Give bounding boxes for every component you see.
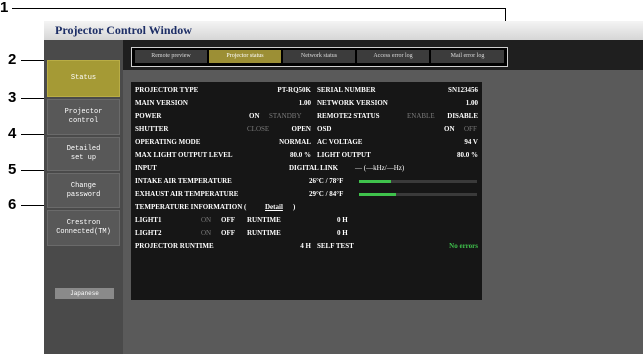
sidebar-item-status[interactable]: Status <box>47 60 120 97</box>
shutter-close: CLOSE <box>247 125 270 133</box>
power-on: ON <box>249 112 260 120</box>
callout-3: 3 <box>8 89 17 106</box>
callout-4: 4 <box>8 125 17 142</box>
osd-off: OFF <box>464 125 477 133</box>
title-bar: Projector Control Window <box>44 21 643 40</box>
shutter-label: SHUTTER <box>135 125 169 133</box>
exhaust-air-temperature-value: 29°C / 84°F <box>309 190 344 198</box>
intake-air-temperature-label: INTAKE AIR TEMPERATURE <box>135 177 232 185</box>
intake-temperature-bar <box>359 180 477 183</box>
projector-runtime-label: PROJECTOR RUNTIME <box>135 242 214 250</box>
projector-type-label: PROJECTOR TYPE <box>135 86 199 94</box>
main-version-label: MAIN VERSION <box>135 99 188 107</box>
light1-label: LIGHT1 <box>135 216 162 224</box>
sidebar: Status Projector control Detailed set up… <box>44 40 123 354</box>
callout-6: 6 <box>8 196 17 213</box>
tab-access-error-log[interactable]: Access error log <box>357 50 429 63</box>
light2-runtime-value: 0 H <box>337 229 348 237</box>
callout-1: 1 <box>0 0 9 16</box>
temperature-detail-link[interactable]: Detail <box>265 203 283 212</box>
self-test-value: No errors <box>449 242 478 250</box>
self-test-label: SELF TEST <box>317 242 354 250</box>
input-label: INPUT <box>135 164 157 172</box>
operating-mode-label: OPERATING MODE <box>135 138 201 146</box>
serial-number-label: SERIAL NUMBER <box>317 86 376 94</box>
operating-mode-value: NORMAL <box>279 138 311 146</box>
tab-projector-status[interactable]: Projector status <box>209 50 281 63</box>
sidebar-item-crestron[interactable]: Crestron Connected(TM) <box>47 210 120 246</box>
tab-mail-error-log[interactable]: Mail error log <box>431 50 504 63</box>
light1-runtime-label: RUNTIME <box>247 216 281 224</box>
temperature-detail-link-text[interactable]: Detail <box>265 203 283 211</box>
light1-off: OFF <box>221 216 235 224</box>
osd-on: ON <box>444 125 455 133</box>
light1-on: ON <box>201 216 212 224</box>
projector-control-window: Projector Control Window Status Projecto… <box>44 21 643 354</box>
input-value: DIGITAL LINK <box>289 164 339 172</box>
callout-1-leader <box>12 8 506 9</box>
temperature-information-close: ) <box>293 203 296 211</box>
projector-runtime-value: 4 H <box>300 242 311 250</box>
remote2-status-label: REMOTE2 STATUS <box>317 112 380 120</box>
temperature-information-label: TEMPERATURE INFORMATION ( <box>135 203 247 211</box>
sidebar-item-projector-control[interactable]: Projector control <box>47 99 120 135</box>
shutter-open: OPEN <box>291 125 311 133</box>
input-frequency: — (—kHz/—Hz) <box>355 164 405 172</box>
language-button[interactable]: Japanese <box>55 288 114 299</box>
osd-label: OSD <box>317 125 332 133</box>
power-standby: STANDBY <box>269 112 302 120</box>
network-version-label: NETWORK VERSION <box>317 99 388 107</box>
projector-status-panel: PROJECTOR TYPE PT-RQ50K SERIAL NUMBER SN… <box>131 82 482 300</box>
max-light-output-label: MAX LIGHT OUTPUT LEVEL <box>135 151 233 159</box>
power-label: POWER <box>135 112 162 120</box>
ac-voltage-value: 94 V <box>464 138 478 146</box>
tab-network-status[interactable]: Network status <box>283 50 355 63</box>
light2-label: LIGHT2 <box>135 229 162 237</box>
callout-5: 5 <box>8 161 17 178</box>
light2-on: ON <box>201 229 212 237</box>
intake-air-temperature-value: 26°C / 78°F <box>309 177 344 185</box>
window-title: Projector Control Window <box>55 23 192 37</box>
light2-off: OFF <box>221 229 235 237</box>
tab-remote-preview[interactable]: Remote preview <box>135 50 207 63</box>
light2-runtime-label: RUNTIME <box>247 229 281 237</box>
sidebar-item-change-password[interactable]: Change password <box>47 173 120 208</box>
network-version-value: 1.00 <box>465 99 478 107</box>
light-output-value: 80.0 % <box>457 151 478 159</box>
sidebar-item-detailed-setup[interactable]: Detailed set up <box>47 137 120 171</box>
remote2-disable: DISABLE <box>447 112 478 120</box>
callout-2: 2 <box>8 51 17 68</box>
exhaust-air-temperature-label: EXHAUST AIR TEMPERATURE <box>135 190 239 198</box>
ac-voltage-label: AC VOLTAGE <box>317 138 363 146</box>
tab-frame: Remote preview Projector status Network … <box>131 47 508 67</box>
light1-runtime-value: 0 H <box>337 216 348 224</box>
exhaust-temperature-bar <box>359 193 477 196</box>
intake-temperature-bar-fill <box>359 180 391 183</box>
projector-type-value: PT-RQ50K <box>277 86 311 94</box>
serial-number-value: SN123456 <box>448 86 478 94</box>
content-area: PROJECTOR TYPE PT-RQ50K SERIAL NUMBER SN… <box>123 70 643 354</box>
exhaust-temperature-bar-fill <box>359 193 396 196</box>
main-version-value: 1.00 <box>298 99 311 107</box>
tab-bar: Remote preview Projector status Network … <box>123 40 643 70</box>
light-output-label: LIGHT OUTPUT <box>317 151 371 159</box>
max-light-output-value: 80.0 % <box>290 151 311 159</box>
